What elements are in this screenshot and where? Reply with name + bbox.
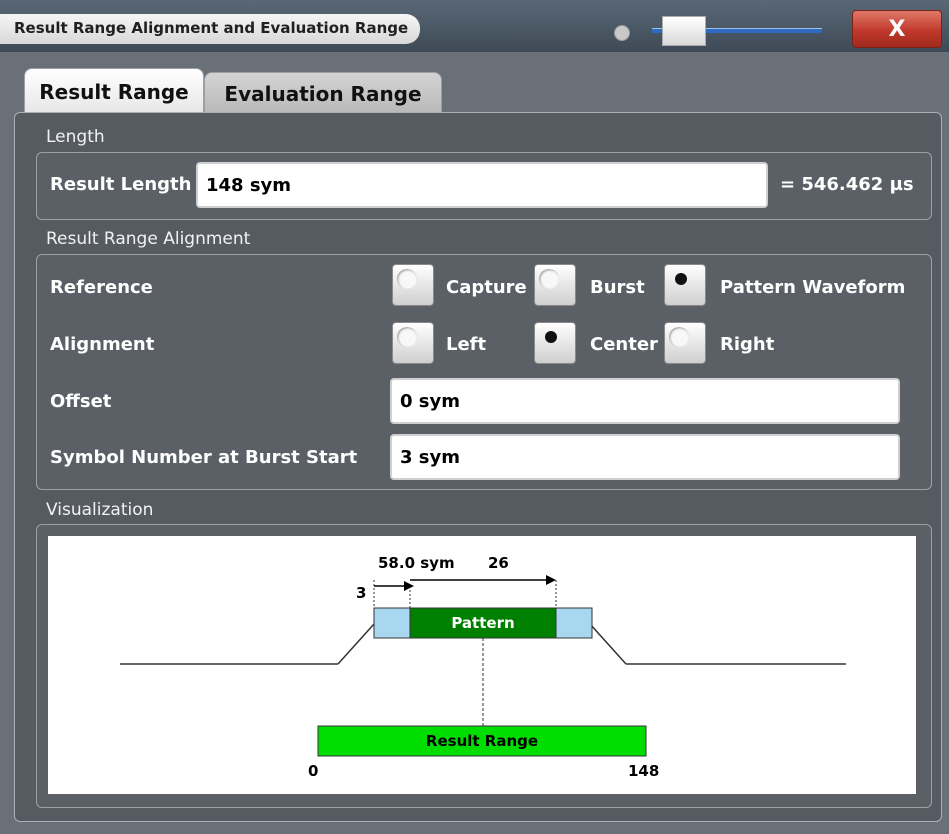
window-title: Result Range Alignment and Evaluation Ra… <box>14 19 409 37</box>
offset-input[interactable]: 0 sym <box>390 378 900 424</box>
tab-evaluation-range[interactable]: Evaluation Range <box>204 72 442 114</box>
alignment-section-title: Result Range Alignment <box>46 229 251 249</box>
title-bar: Result Range Alignment and Evaluation Ra… <box>0 0 949 52</box>
alignment-right-label[interactable]: Right <box>720 334 774 355</box>
tab-result-range[interactable]: Result Range <box>24 68 204 114</box>
length-section-title: Length <box>46 127 105 147</box>
reference-capture-label[interactable]: Capture <box>446 277 527 298</box>
alignment-left-radio[interactable] <box>392 322 434 364</box>
reference-capture-radio[interactable] <box>392 264 434 306</box>
alignment-center-label[interactable]: Center <box>590 334 658 355</box>
result-length-input[interactable]: 148 sym <box>196 162 768 208</box>
radio-ring-icon <box>397 327 417 347</box>
reference-burst-label[interactable]: Burst <box>590 277 645 298</box>
burst-ramp-up <box>337 623 375 665</box>
range-end-text: 148 <box>628 762 659 780</box>
radio-ring-icon <box>397 269 417 289</box>
range-start-text: 0 <box>308 762 318 780</box>
visualization-section-title: Visualization <box>46 500 154 520</box>
result-length-label: Result Length <box>50 174 192 195</box>
burst-edge-left <box>373 607 411 639</box>
dialog: Result Range Alignment and Evaluation Ra… <box>0 0 949 834</box>
pattern-length-arrowhead-icon <box>546 575 556 585</box>
reference-pattern-waveform-label[interactable]: Pattern Waveform <box>720 277 905 298</box>
alignment-right-radio[interactable] <box>664 322 706 364</box>
radio-selected-dot-icon <box>675 273 687 285</box>
pattern-label: Pattern <box>451 614 514 632</box>
transparency-icon[interactable] <box>614 25 630 41</box>
offset-arrowhead-icon <box>404 581 414 591</box>
alignment-label: Alignment <box>50 334 155 355</box>
radio-selected-dot-icon <box>545 331 557 343</box>
result-range-label: Result Range <box>426 732 538 750</box>
visualization-svg: Pattern 58.0 sym 26 3 Result Range 0 148 <box>120 554 846 780</box>
alignment-left-label[interactable]: Left <box>446 334 486 355</box>
burst-start-label: Symbol Number at Burst Start <box>50 447 358 468</box>
transparency-slider-thumb[interactable] <box>662 16 706 46</box>
reference-pattern-waveform-radio[interactable] <box>664 264 706 306</box>
alignment-center-radio[interactable] <box>534 322 576 364</box>
reference-label: Reference <box>50 277 153 298</box>
reference-burst-radio[interactable] <box>534 264 576 306</box>
radio-ring-icon <box>669 327 689 347</box>
burst-ramp-down <box>589 623 627 665</box>
offset-label: Offset <box>50 391 112 412</box>
offset-text: 58.0 sym <box>378 554 455 572</box>
result-length-time: = 546.462 µs <box>780 174 914 195</box>
visualization-diagram: Pattern 58.0 sym 26 3 Result Range 0 148 <box>48 536 916 794</box>
burst-edge-right <box>555 607 593 639</box>
radio-ring-icon <box>539 269 559 289</box>
close-button[interactable]: X <box>852 10 942 48</box>
burst-start-text: 3 <box>356 584 366 602</box>
burst-start-input[interactable]: 3 sym <box>390 434 900 480</box>
pattern-length-text: 26 <box>488 554 509 572</box>
